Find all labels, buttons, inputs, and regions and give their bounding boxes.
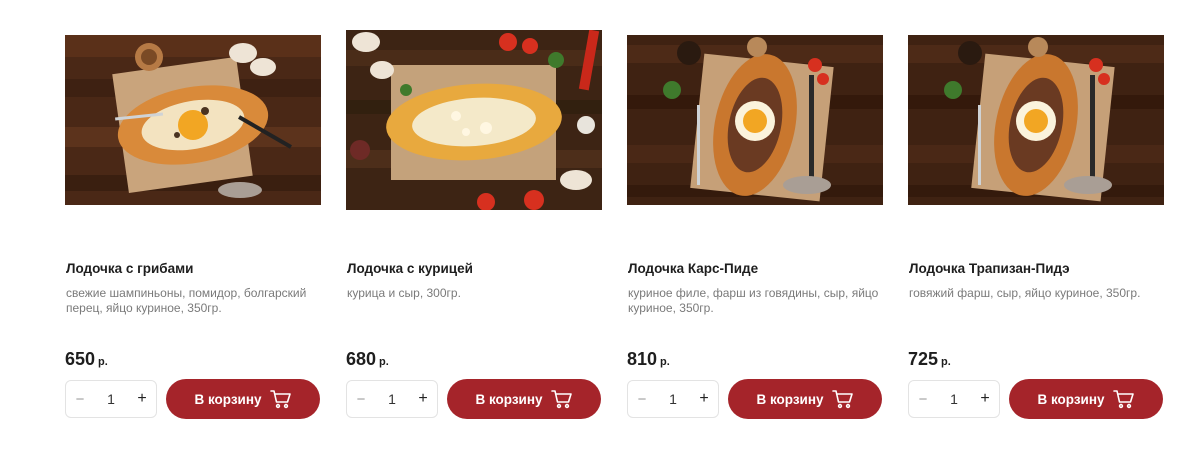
decrease-quantity-button[interactable]: − bbox=[347, 381, 375, 417]
product-title[interactable]: Лодочка Трапизан-Пидэ bbox=[909, 261, 1070, 276]
add-to-cart-label: В корзину bbox=[194, 391, 262, 407]
decrease-quantity-button[interactable]: − bbox=[66, 381, 94, 417]
product-card: Лодочка Карс-Пиде куриное филе, фарш из … bbox=[627, 0, 883, 459]
add-to-cart-label: В корзину bbox=[475, 391, 543, 407]
product-image[interactable] bbox=[346, 30, 602, 210]
increase-quantity-button[interactable]: + bbox=[690, 381, 718, 417]
add-to-cart-button[interactable]: В корзину bbox=[728, 379, 882, 419]
cart-icon bbox=[269, 390, 291, 409]
product-price: 725 р. bbox=[908, 349, 951, 370]
price-currency: р. bbox=[379, 356, 389, 368]
price-value: 680 bbox=[346, 349, 377, 369]
price-currency: р. bbox=[98, 356, 108, 368]
product-description: курица и сыр, 300гр. bbox=[347, 286, 461, 300]
add-to-cart-button[interactable]: В корзину bbox=[166, 379, 320, 419]
quantity-value[interactable]: 1 bbox=[388, 391, 396, 407]
increase-quantity-button[interactable]: + bbox=[128, 381, 156, 417]
cart-icon bbox=[831, 390, 853, 409]
price-value: 725 bbox=[908, 349, 939, 369]
product-title[interactable]: Лодочка с курицей bbox=[347, 261, 473, 276]
quantity-stepper: − 1 + bbox=[346, 380, 438, 418]
product-price: 680 р. bbox=[346, 349, 389, 370]
increase-quantity-button[interactable]: + bbox=[409, 381, 437, 417]
increase-quantity-button[interactable]: + bbox=[971, 381, 999, 417]
add-to-cart-button[interactable]: В корзину bbox=[447, 379, 601, 419]
product-title[interactable]: Лодочка Карс-Пиде bbox=[628, 261, 758, 276]
cart-icon bbox=[550, 390, 572, 409]
decrease-quantity-button[interactable]: − bbox=[909, 381, 937, 417]
product-title[interactable]: Лодочка с грибами bbox=[66, 261, 193, 276]
add-to-cart-label: В корзину bbox=[1037, 391, 1105, 407]
product-image[interactable] bbox=[627, 35, 883, 205]
product-grid: Лодочка с грибами свежие шампиньоны, пом… bbox=[0, 0, 1200, 459]
product-card: Лодочка с курицей курица и сыр, 300гр. 6… bbox=[346, 0, 602, 459]
quantity-stepper: − 1 + bbox=[908, 380, 1000, 418]
add-to-cart-button[interactable]: В корзину bbox=[1009, 379, 1163, 419]
product-price: 810 р. bbox=[627, 349, 670, 370]
price-currency: р. bbox=[941, 356, 951, 368]
product-image[interactable] bbox=[908, 35, 1164, 205]
price-currency: р. bbox=[660, 356, 670, 368]
product-card: Лодочка с грибами свежие шампиньоны, пом… bbox=[65, 0, 321, 459]
quantity-stepper: − 1 + bbox=[627, 380, 719, 418]
product-image[interactable] bbox=[65, 35, 321, 205]
product-description: куриное филе, фарш из говядины, сыр, яйц… bbox=[628, 286, 879, 315]
product-card: Лодочка Трапизан-Пидэ говяжий фарш, сыр,… bbox=[908, 0, 1164, 459]
price-value: 650 bbox=[65, 349, 96, 369]
quantity-value[interactable]: 1 bbox=[107, 391, 115, 407]
price-value: 810 bbox=[627, 349, 658, 369]
quantity-stepper: − 1 + bbox=[65, 380, 157, 418]
quantity-value[interactable]: 1 bbox=[669, 391, 677, 407]
cart-icon bbox=[1112, 390, 1134, 409]
add-to-cart-label: В корзину bbox=[756, 391, 824, 407]
quantity-value[interactable]: 1 bbox=[950, 391, 958, 407]
product-price: 650 р. bbox=[65, 349, 108, 370]
product-description: говяжий фарш, сыр, яйцо куриное, 350гр. bbox=[909, 286, 1141, 300]
product-description: свежие шампиньоны, помидор, болгарский п… bbox=[66, 286, 307, 315]
decrease-quantity-button[interactable]: − bbox=[628, 381, 656, 417]
